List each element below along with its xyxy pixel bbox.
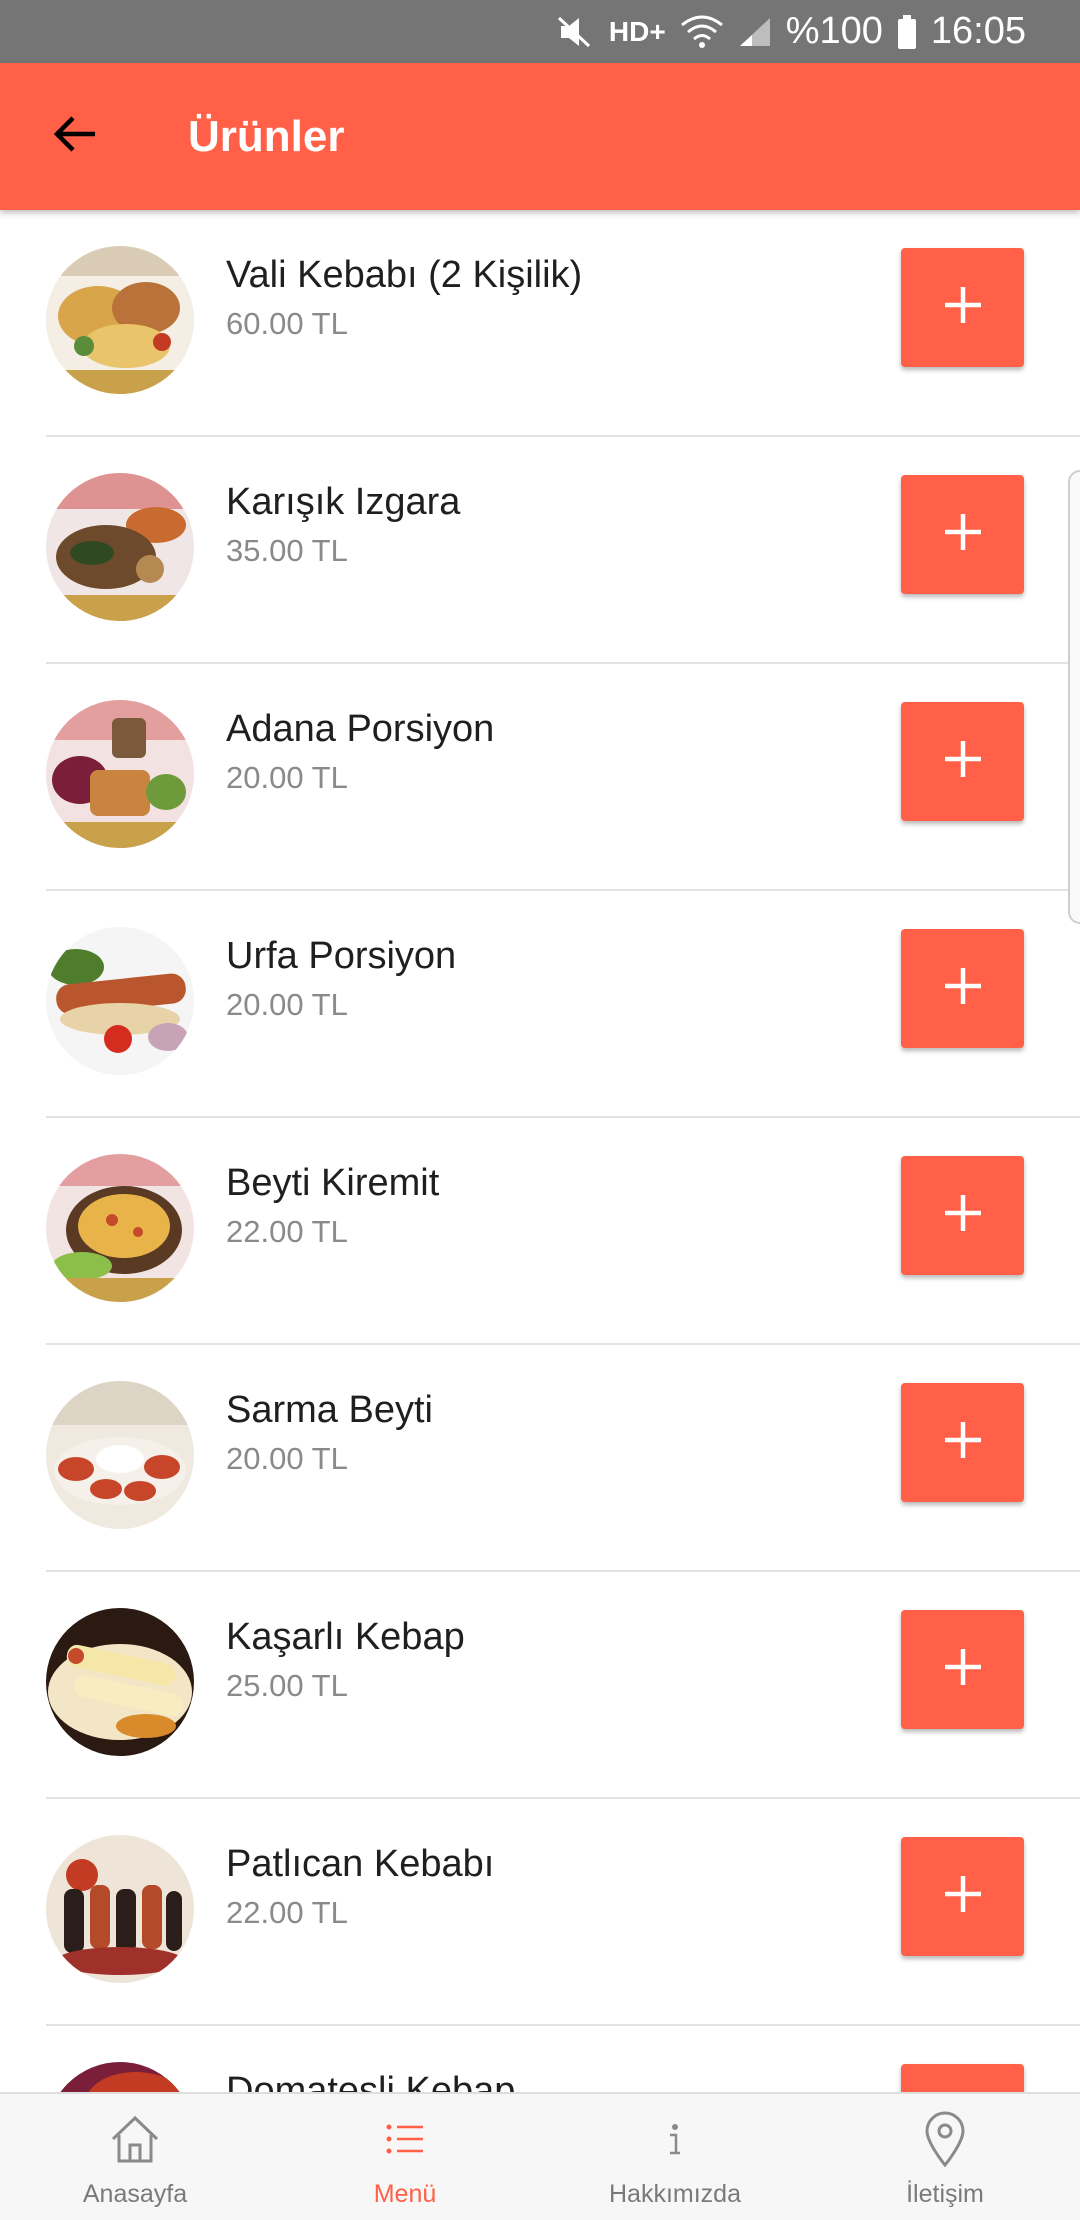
product-image [46,1835,194,1983]
scroll-indicator[interactable] [1068,470,1080,924]
product-image [46,1608,194,1756]
product-image [46,1381,194,1529]
plus-icon [941,737,985,786]
product-price: 20.00 TL [226,1441,348,1476]
product-image [46,2062,194,2092]
product-item[interactable]: Adana Porsiyon 20.00 TL [0,664,1080,891]
mute-icon [555,14,595,50]
nav-label: Anasayfa [82,2180,188,2208]
product-name: Vali Kebabı (2 Kişilik) [226,254,583,296]
product-price: 22.00 TL [226,1895,348,1930]
add-to-cart-button[interactable] [901,2064,1024,2092]
battery-icon [897,14,917,49]
home-icon [109,2110,161,2168]
product-price: 20.00 TL [226,760,348,795]
nav-label: İletişim [906,2180,984,2208]
plus-icon [941,1645,985,1694]
nav-item-home[interactable]: Anasayfa [0,2094,270,2220]
network-type: HD+ [608,15,666,47]
plus-icon [941,1418,985,1467]
product-item[interactable]: Vali Kebabı (2 Kişilik) 60.00 TL [0,210,1080,437]
product-price: 25.00 TL [226,1668,348,1703]
product-item[interactable]: Urfa Porsiyon 20.00 TL [0,891,1080,1118]
add-to-cart-button[interactable] [901,1837,1024,1956]
nav-item-about[interactable]: Hakkımızda [540,2094,810,2220]
nav-item-contact[interactable]: İletişim [810,2094,1080,2220]
product-image [46,473,194,621]
list-icon [385,2110,425,2168]
add-to-cart-button[interactable] [901,929,1024,1048]
product-price: 22.00 TL [226,1214,348,1249]
product-image [46,246,194,394]
plus-icon [941,964,985,1013]
page-title: Ürünler [188,111,345,161]
status-bar: HD+ %100 16:05 [0,0,1080,63]
add-to-cart-button[interactable] [901,1156,1024,1275]
plus-icon [941,1191,985,1240]
add-to-cart-button[interactable] [901,248,1024,367]
product-image [46,1154,194,1302]
add-to-cart-button[interactable] [901,1610,1024,1729]
battery-level: %100 [785,10,883,52]
location-pin-icon [924,2110,966,2168]
nav-label: Menü [373,2180,437,2208]
clock: 16:05 [930,10,1026,52]
add-to-cart-button[interactable] [901,1383,1024,1502]
product-name: Sarma Beyti [226,1389,433,1431]
product-name: Domatesli Kebap [226,2070,516,2092]
product-name: Karışık Izgara [226,481,461,523]
signal-icon [738,16,772,48]
product-item[interactable]: Kaşarlı Kebap 25.00 TL [0,1572,1080,1799]
product-name: Urfa Porsiyon [226,935,457,977]
product-item[interactable]: Karışık Izgara 35.00 TL [0,437,1080,664]
product-list[interactable]: Vali Kebabı (2 Kişilik) 60.00 TL Karışık… [0,210,1080,2092]
add-to-cart-button[interactable] [901,475,1024,594]
product-item[interactable]: Beyti Kiremit 22.00 TL [0,1118,1080,1345]
nav-label: Hakkımızda [609,2180,741,2208]
arrow-back-icon [51,114,99,159]
product-name: Adana Porsiyon [226,708,495,750]
product-price: 35.00 TL [226,533,348,568]
plus-icon [941,510,985,559]
app-bar: Ürünler [0,63,1080,210]
info-icon [665,2110,685,2168]
back-button[interactable] [0,63,150,210]
product-name: Beyti Kiremit [226,1162,440,1204]
product-image [46,700,194,848]
product-price: 20.00 TL [226,987,348,1022]
product-item[interactable]: Sarma Beyti 20.00 TL [0,1345,1080,1572]
add-to-cart-button[interactable] [901,702,1024,821]
plus-icon [941,1872,985,1921]
plus-icon [941,283,985,332]
nav-item-menu[interactable]: Menü [270,2094,540,2220]
product-name: Kaşarlı Kebap [226,1616,465,1658]
product-name: Patlıcan Kebabı [226,1843,495,1885]
product-item[interactable]: Domatesli Kebap [0,2026,1080,2092]
wifi-icon [680,15,724,49]
bottom-navigation: Anasayfa Menü Hakkımızda İletişim [0,2092,1080,2220]
product-item[interactable]: Patlıcan Kebabı 22.00 TL [0,1799,1080,2026]
product-price: 60.00 TL [226,306,348,341]
product-image [46,927,194,1075]
